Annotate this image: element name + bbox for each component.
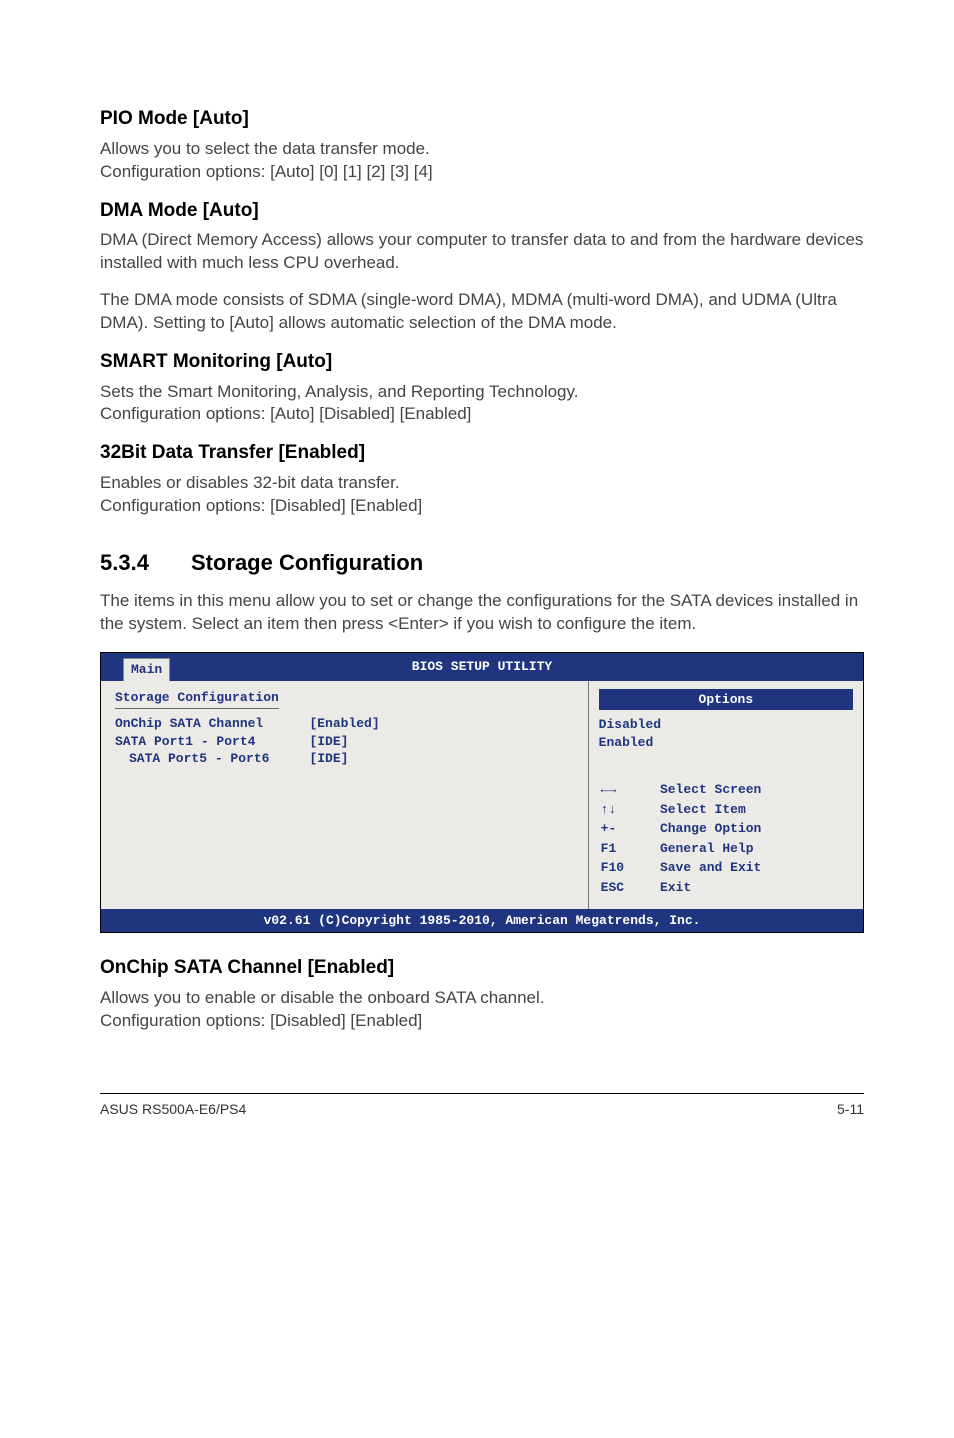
- bios-panel: BIOS SETUP UTILITY Main Storage Configur…: [100, 652, 864, 934]
- bios-key-desc: Select Item: [660, 801, 851, 819]
- bios-key-desc: General Help: [660, 840, 851, 858]
- bios-options-block: Options Disabled Enabled: [599, 689, 853, 752]
- heading-storage-config: 5.3.4 Storage Configuration: [100, 548, 864, 578]
- bios-body: Storage Configuration OnChip SATA Channe…: [101, 681, 863, 909]
- bios-key: ↑↓: [601, 801, 658, 819]
- text-smart-2: Configuration options: [Auto] [Disabled]…: [100, 404, 471, 423]
- text-dma-2: The DMA mode consists of SDMA (single-wo…: [100, 289, 864, 335]
- text-32bit: Enables or disables 32-bit data transfer…: [100, 472, 864, 518]
- heading-pio: PIO Mode [Auto]: [100, 106, 864, 132]
- bios-row-label: SATA Port5 - Port6: [115, 750, 309, 768]
- footer-left: ASUS RS500A-E6/PS4: [100, 1100, 246, 1119]
- bios-row-value: [IDE]: [309, 733, 419, 751]
- bios-key-desc: Change Option: [660, 820, 851, 838]
- footer-right: 5-11: [837, 1100, 864, 1119]
- bios-right-pane: Options Disabled Enabled ←→Select Screen…: [589, 681, 863, 909]
- text-pio-1: Allows you to select the data transfer m…: [100, 138, 864, 184]
- heading-dma: DMA Mode [Auto]: [100, 198, 864, 224]
- bios-option[interactable]: Enabled: [599, 734, 853, 752]
- heading-storage-title: Storage Configuration: [191, 550, 423, 575]
- bios-key: +-: [601, 820, 658, 838]
- bios-left-pane: Storage Configuration OnChip SATA Channe…: [101, 681, 589, 909]
- bios-left-header: Storage Configuration: [115, 689, 279, 710]
- bios-key: F1: [601, 840, 658, 858]
- bios-key-desc: Save and Exit: [660, 859, 851, 877]
- bios-footer: v02.61 (C)Copyright 1985-2010, American …: [101, 909, 863, 933]
- bios-topbar: BIOS SETUP UTILITY Main: [101, 653, 863, 681]
- bios-key: ESC: [601, 879, 658, 897]
- heading-32bit: 32Bit Data Transfer [Enabled]: [100, 440, 864, 466]
- bios-key-desc: Exit: [660, 879, 851, 897]
- bios-row-label-indent: SATA Port5 - Port6: [115, 750, 269, 768]
- text-smart: Sets the Smart Monitoring, Analysis, and…: [100, 381, 864, 427]
- bios-key-legend: ←→Select Screen ↑↓Select Item +-Change O…: [599, 779, 853, 898]
- bios-options-title: Options: [599, 689, 853, 711]
- text-dma-1: DMA (Direct Memory Access) allows your c…: [100, 229, 864, 275]
- heading-onchip: OnChip SATA Channel [Enabled]: [100, 955, 864, 981]
- bios-settings-table: OnChip SATA Channel [Enabled] SATA Port1…: [115, 715, 420, 768]
- bios-title: BIOS SETUP UTILITY: [412, 659, 552, 674]
- bios-tab-main[interactable]: Main: [123, 658, 170, 681]
- table-row[interactable]: SATA Port1 - Port4 [IDE]: [115, 733, 420, 751]
- bios-row-value: [Enabled]: [309, 715, 419, 733]
- bios-row-label: OnChip SATA Channel: [115, 715, 309, 733]
- text-pio-1b: Configuration options: [Auto] [0] [1] [2…: [100, 162, 433, 181]
- bios-row-label: SATA Port1 - Port4: [115, 733, 309, 751]
- page-footer: ASUS RS500A-E6/PS4 5-11: [100, 1093, 864, 1119]
- text-smart-1: Sets the Smart Monitoring, Analysis, and…: [100, 382, 578, 401]
- text-pio-1a: Allows you to select the data transfer m…: [100, 139, 430, 158]
- bios-key-desc: Select Screen: [660, 781, 851, 799]
- bios-row-value: [IDE]: [309, 750, 419, 768]
- heading-smart: SMART Monitoring [Auto]: [100, 349, 864, 375]
- text-onchip-1: Allows you to enable or disable the onbo…: [100, 988, 545, 1007]
- bios-key: F10: [601, 859, 658, 877]
- bios-key: ←→: [601, 781, 658, 799]
- bios-option[interactable]: Disabled: [599, 716, 853, 734]
- table-row[interactable]: SATA Port5 - Port6 [IDE]: [115, 750, 420, 768]
- heading-storage-num: 5.3.4: [100, 548, 149, 578]
- text-storage-intro: The items in this menu allow you to set …: [100, 590, 864, 636]
- text-32bit-1: Enables or disables 32-bit data transfer…: [100, 473, 400, 492]
- text-onchip: Allows you to enable or disable the onbo…: [100, 987, 864, 1033]
- text-32bit-2: Configuration options: [Disabled] [Enabl…: [100, 496, 422, 515]
- table-row[interactable]: OnChip SATA Channel [Enabled]: [115, 715, 420, 733]
- text-onchip-2: Configuration options: [Disabled] [Enabl…: [100, 1011, 422, 1030]
